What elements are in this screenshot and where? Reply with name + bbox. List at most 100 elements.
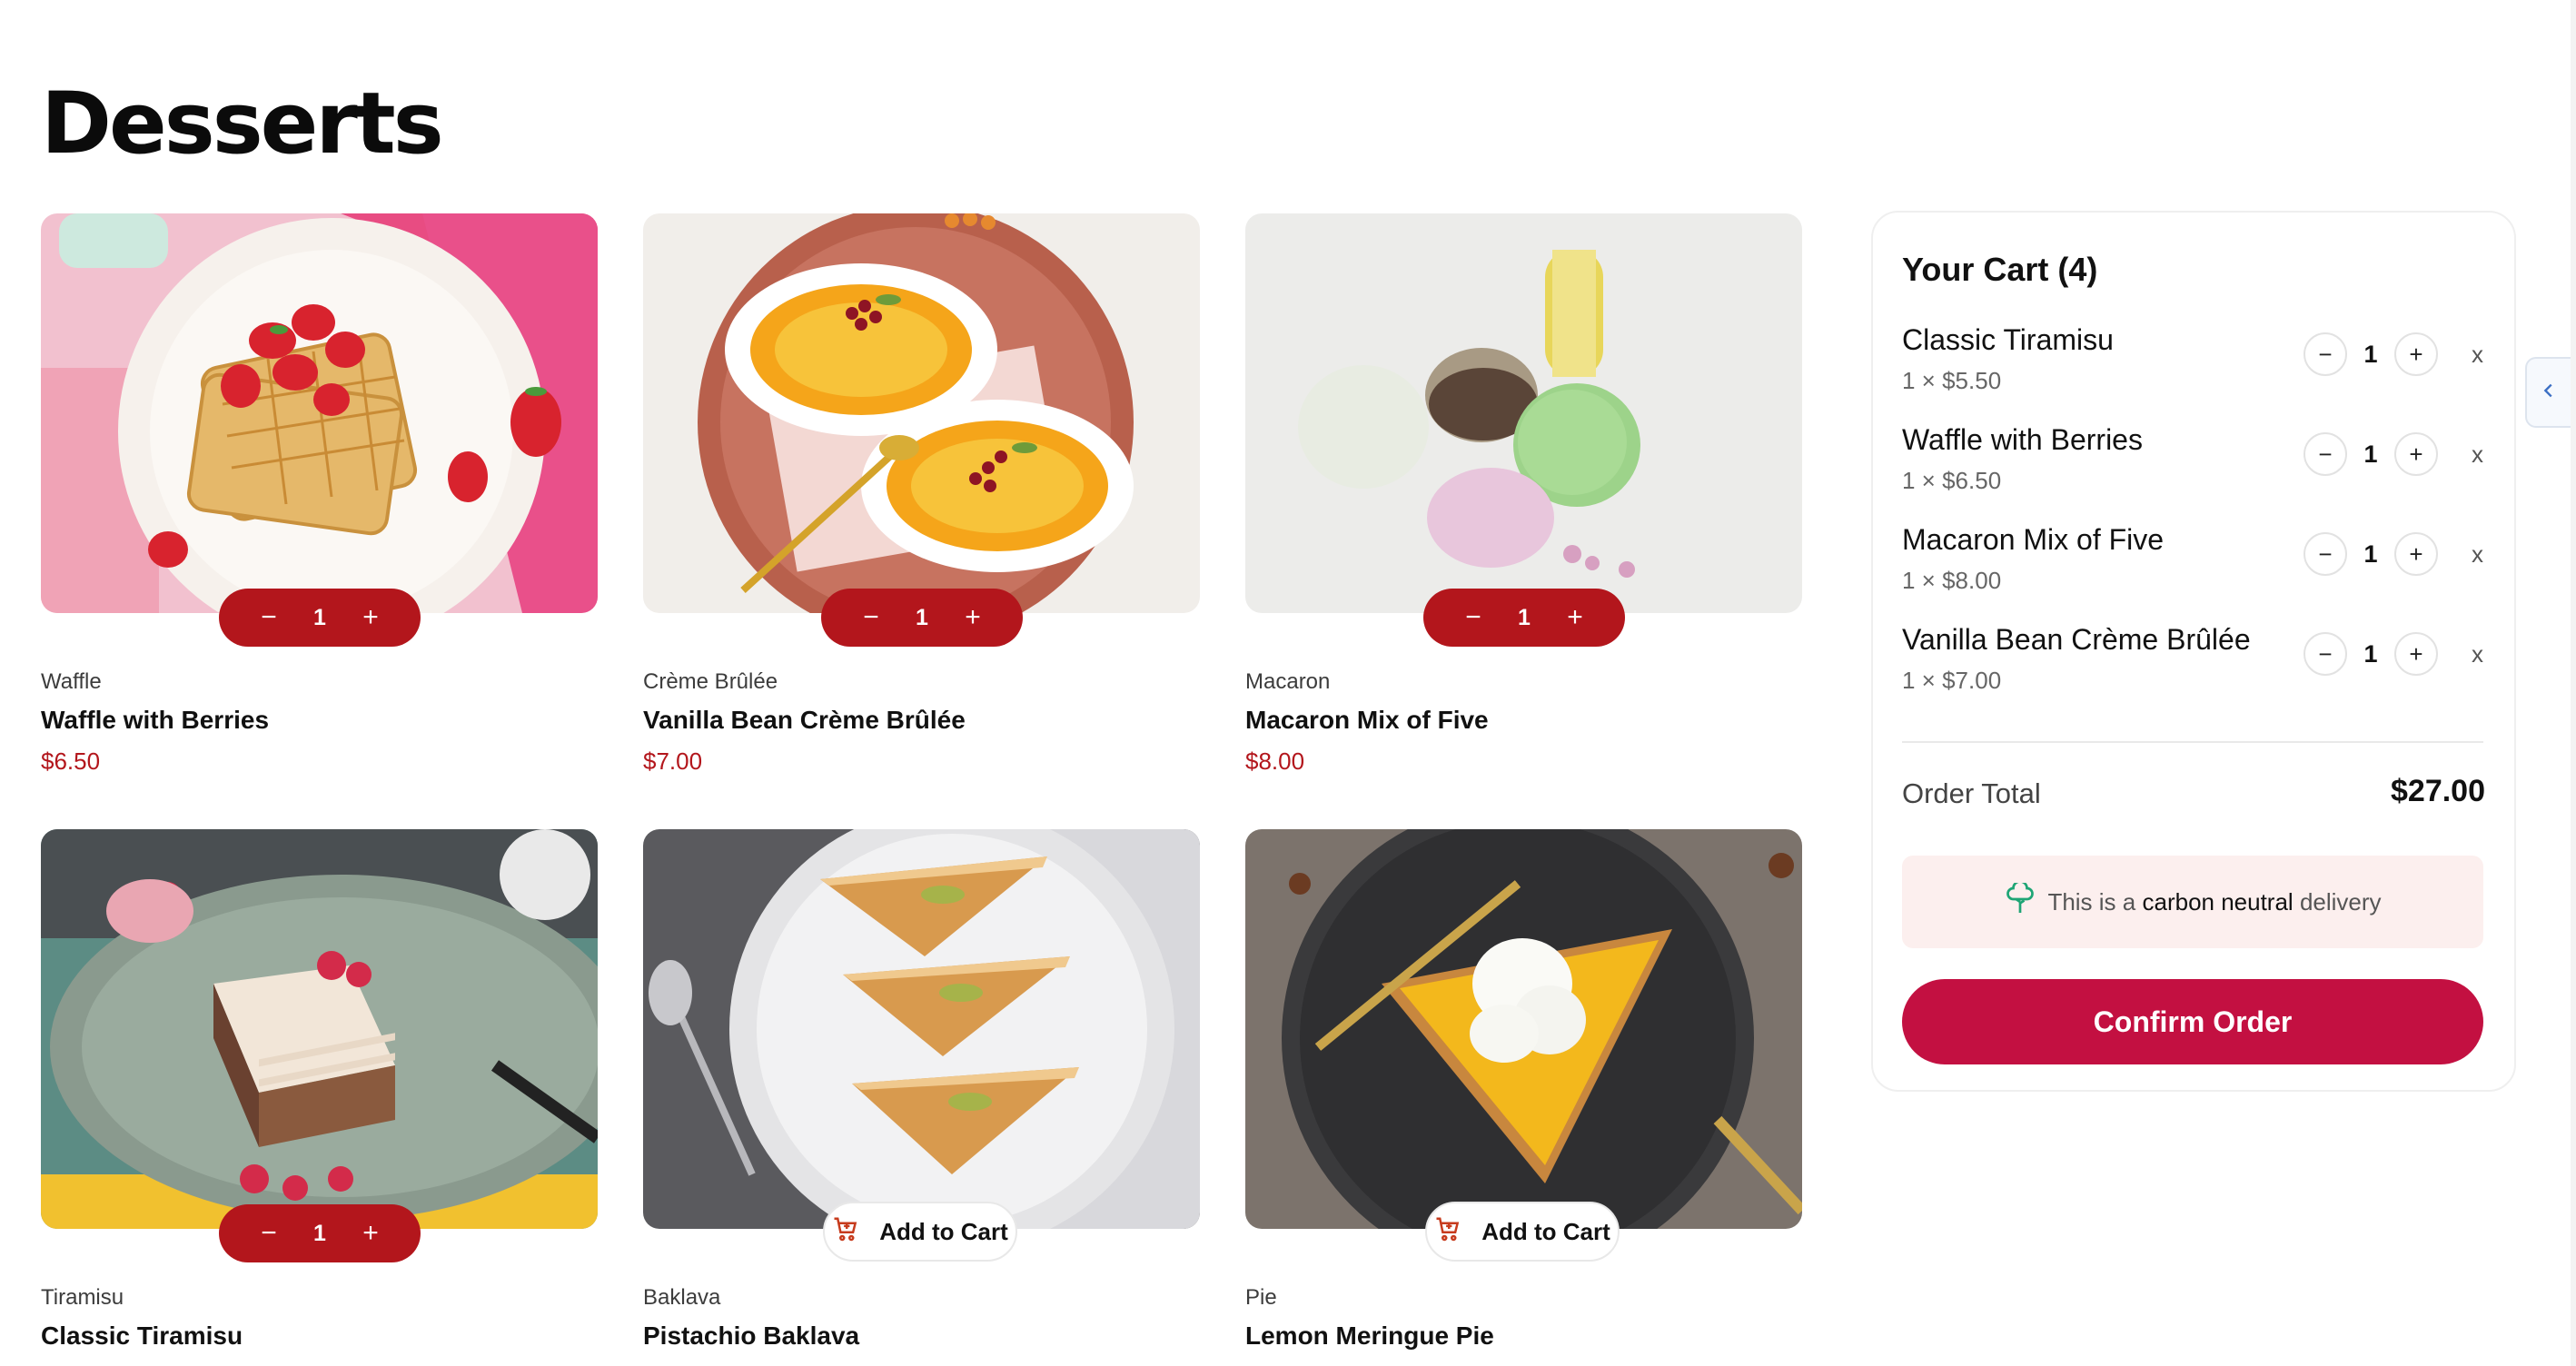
product-category: Pie <box>1245 1285 1277 1310</box>
quantity-stepper: − 1 + <box>1423 589 1625 647</box>
product-card: Add to Cart Baklava Pistachio Baklava <box>643 829 1200 1350</box>
product-image-pie <box>1245 829 1802 1229</box>
cart-item-controls: − 1 + x <box>2304 332 2483 376</box>
cart-item-detail: 1 × $6.50 <box>1902 467 2002 494</box>
product-image-baklava <box>643 829 1200 1229</box>
product-category: Waffle <box>41 669 102 694</box>
chevron-left-icon <box>2539 381 2559 405</box>
carbon-suffix: delivery <box>2299 887 2382 916</box>
increment-button[interactable]: + <box>2394 532 2438 576</box>
product-card: − 1 + Tiramisu Classic Tiramisu <box>41 829 598 1350</box>
quantity-stepper: − 1 + <box>821 589 1023 647</box>
add-to-cart-button[interactable]: Add to Cart <box>823 1202 1017 1262</box>
order-total-label: Order Total <box>1902 777 2041 809</box>
cart-item-controls: − 1 + x <box>2304 432 2483 476</box>
cart-item-detail: 1 × $7.00 <box>1902 667 2002 694</box>
carbon-highlight: carbon neutral <box>2142 887 2294 916</box>
tree-icon <box>2004 879 2036 922</box>
product-info: Crème Brûlée Vanilla Bean Crème Brûlée $… <box>643 669 966 776</box>
page-title: Desserts <box>41 74 444 173</box>
cart-icon <box>1434 1215 1461 1249</box>
product-info: Pie Lemon Meringue Pie <box>1245 1285 1494 1351</box>
product-name: Waffle with Berries <box>41 706 270 734</box>
decrement-button[interactable]: − <box>2304 332 2347 376</box>
decrement-button[interactable]: − <box>253 602 284 633</box>
cart-item-name: Macaron Mix of Five <box>1902 523 2165 556</box>
product-card: − 1 + Macaron Macaron Mix of Five $8.00 <box>1245 213 1802 775</box>
remove-item-button[interactable]: x <box>2438 640 2483 668</box>
cart-icon <box>832 1215 859 1249</box>
add-to-cart-label: Add to Cart <box>1481 1217 1610 1245</box>
cart-item-name: Waffle with Berries <box>1902 423 2143 456</box>
increment-button[interactable]: + <box>355 1218 386 1249</box>
side-panel-toggle[interactable] <box>2525 357 2571 428</box>
cart-item-detail: 1 × $5.50 <box>1902 367 2002 394</box>
product-price: $7.00 <box>643 747 703 775</box>
cart-item: Classic Tiramisu 1 × $5.50 − 1 + x <box>1902 323 2483 414</box>
product-price: $6.50 <box>41 747 101 775</box>
cart-title: Your Cart (4) <box>1902 251 2098 288</box>
cart-item-controls: − 1 + x <box>2304 632 2483 676</box>
remove-item-button[interactable]: x <box>2438 341 2483 369</box>
increment-button[interactable]: + <box>2394 632 2438 676</box>
order-total-value: $27.00 <box>2391 774 2485 808</box>
cart-item-controls: − 1 + x <box>2304 532 2483 576</box>
product-price: $8.00 <box>1245 747 1305 775</box>
add-to-cart-label: Add to Cart <box>879 1217 1008 1245</box>
cart-item-detail: 1 × $8.00 <box>1902 567 2002 594</box>
quantity-value: 1 <box>2363 639 2378 668</box>
increment-button[interactable]: + <box>1560 602 1590 633</box>
increment-button[interactable]: + <box>2394 332 2438 376</box>
product-info: Tiramisu Classic Tiramisu <box>41 1285 243 1351</box>
product-info: Baklava Pistachio Baklava <box>643 1285 859 1351</box>
cart-item: Macaron Mix of Five 1 × $8.00 − 1 + x <box>1902 523 2483 614</box>
product-name: Classic Tiramisu <box>41 1321 243 1350</box>
cart-item-name: Classic Tiramisu <box>1902 323 2114 356</box>
quantity-stepper: − 1 + <box>219 589 421 647</box>
cart-item-name: Vanilla Bean Crème Brûlée <box>1902 623 2251 656</box>
quantity-value: 1 <box>1518 604 1531 630</box>
product-category: Baklava <box>643 1285 721 1310</box>
quantity-value: 1 <box>313 604 326 630</box>
product-image-waffle <box>41 213 598 613</box>
product-info: Waffle Waffle with Berries $6.50 <box>41 669 269 776</box>
confirm-order-button[interactable]: Confirm Order <box>1902 979 2483 1064</box>
remove-item-button[interactable]: x <box>2438 540 2483 569</box>
product-name: Vanilla Bean Crème Brûlée <box>643 706 966 734</box>
product-info: Macaron Macaron Mix of Five $8.00 <box>1245 669 1489 776</box>
product-category: Crème Brûlée <box>643 669 778 694</box>
decrement-button[interactable]: − <box>856 602 887 633</box>
product-name: Macaron Mix of Five <box>1245 706 1489 734</box>
increment-button[interactable]: + <box>2394 432 2438 476</box>
scrollbar[interactable] <box>2571 0 2576 1366</box>
product-card: − 1 + Crème Brûlée Vanilla Bean Crème Br… <box>643 213 1200 775</box>
add-to-cart-button[interactable]: Add to Cart <box>1425 1202 1620 1262</box>
cart-item: Waffle with Berries 1 × $6.50 − 1 + x <box>1902 423 2483 514</box>
product-image-tiramisu <box>41 829 598 1229</box>
quantity-value: 1 <box>2363 539 2378 568</box>
cart-panel: Your Cart (4) Classic Tiramisu 1 × $5.50… <box>1871 211 2516 1092</box>
increment-button[interactable]: + <box>355 602 386 633</box>
decrement-button[interactable]: − <box>253 1218 284 1249</box>
quantity-value: 1 <box>916 604 928 630</box>
decrement-button[interactable]: − <box>2304 432 2347 476</box>
remove-item-button[interactable]: x <box>2438 440 2483 469</box>
carbon-text: This is a carbon neutral delivery <box>2047 888 2381 916</box>
product-card: − 1 + Waffle Waffle with Berries $6.50 <box>41 213 598 775</box>
product-card: Add to Cart Pie Lemon Meringue Pie <box>1245 829 1802 1350</box>
product-image-macaron <box>1245 213 1802 613</box>
increment-button[interactable]: + <box>957 602 988 633</box>
decrement-button[interactable]: − <box>1458 602 1489 633</box>
decrement-button[interactable]: − <box>2304 532 2347 576</box>
product-name: Lemon Meringue Pie <box>1245 1321 1494 1350</box>
quantity-value: 1 <box>313 1220 326 1246</box>
divider <box>1902 741 2483 743</box>
product-name: Pistachio Baklava <box>643 1321 860 1350</box>
quantity-stepper: − 1 + <box>219 1204 421 1262</box>
decrement-button[interactable]: − <box>2304 632 2347 676</box>
cart-item: Vanilla Bean Crème Brûlée 1 × $7.00 − 1 … <box>1902 623 2483 714</box>
product-category: Macaron <box>1245 669 1331 694</box>
carbon-prefix: This is a <box>2047 887 2136 916</box>
quantity-value: 1 <box>2363 440 2378 468</box>
product-category: Tiramisu <box>41 1285 124 1310</box>
